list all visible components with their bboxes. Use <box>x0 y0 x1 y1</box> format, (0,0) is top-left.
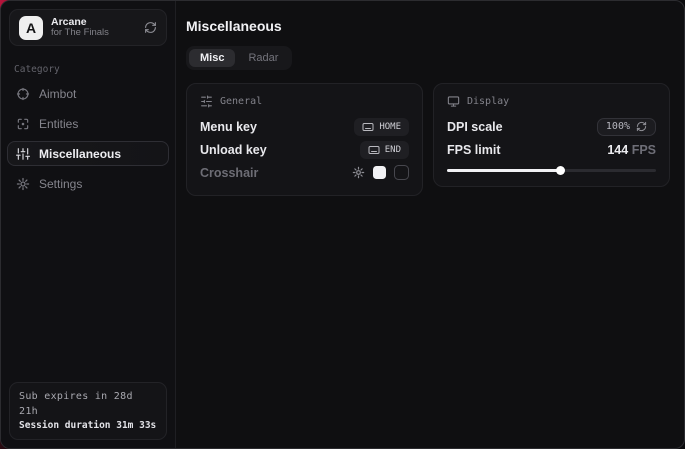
gear-icon <box>16 177 30 191</box>
dpi-scale-row: DPI scale 100% <box>447 115 656 138</box>
general-card-title: General <box>220 96 262 107</box>
general-card-header: General <box>200 95 409 108</box>
sidebar-item-settings[interactable]: Settings <box>7 171 169 196</box>
fps-unit: FPS <box>632 143 656 157</box>
sidebar-spacer <box>1 196 175 374</box>
dpi-scale-label: DPI scale <box>447 120 503 134</box>
profile-card: A Arcane for The Finals <box>9 9 167 46</box>
sidebar-item-label: Miscellaneous <box>39 147 121 161</box>
fps-limit-row: FPS limit 144 FPS <box>447 138 656 161</box>
keyboard-icon <box>362 121 374 133</box>
scan-eye-icon <box>16 117 30 131</box>
app-window: A Arcane for The Finals Category <box>0 0 685 449</box>
menu-key-label: Menu key <box>200 120 257 134</box>
fps-limit-slider[interactable] <box>447 166 656 175</box>
dpi-scale-select[interactable]: 100% <box>597 118 656 136</box>
fps-number: 144 <box>607 143 628 157</box>
display-card-title: Display <box>467 96 509 107</box>
unload-key-bind-button[interactable]: END <box>360 141 409 159</box>
sidebar-nav: Aimbot Entities <box>1 81 175 196</box>
dpi-scale-value: 100% <box>606 121 630 132</box>
crosshair-controls <box>352 165 409 180</box>
cycle-icon <box>636 121 647 132</box>
crosshair-color-swatch[interactable] <box>373 166 386 179</box>
slider-thumb[interactable] <box>556 166 565 175</box>
menu-key-bind-button[interactable]: HOME <box>354 118 409 136</box>
sidebar-item-miscellaneous[interactable]: Miscellaneous <box>7 141 169 166</box>
crosshair-row: Crosshair <box>200 161 409 184</box>
display-card: Display DPI scale 100% <box>433 83 670 187</box>
subscription-info-box: Sub expires in 28d 21h Session duration … <box>9 382 167 440</box>
session-duration-text: Session duration 31m 33s <box>19 419 157 433</box>
crosshair-label: Crosshair <box>200 166 258 180</box>
sidebar-item-label: Entities <box>39 117 78 131</box>
monitor-icon <box>447 95 460 108</box>
menu-key-value: HOME <box>379 122 401 132</box>
display-card-header: Display <box>447 95 656 108</box>
sidebar-item-label: Settings <box>39 177 82 191</box>
crosshair-icon <box>16 87 30 101</box>
avatar: A <box>19 16 43 40</box>
unload-key-value: END <box>385 145 401 155</box>
sidebar-item-aimbot[interactable]: Aimbot <box>7 81 169 106</box>
general-card: General Menu key HOME Unload key <box>186 83 423 196</box>
crosshair-settings-gear-icon[interactable] <box>352 166 365 179</box>
sliders-vertical-icon <box>16 147 30 161</box>
category-label: Category <box>14 64 175 75</box>
unload-key-row: Unload key END <box>200 138 409 161</box>
refresh-icon[interactable] <box>144 21 157 34</box>
sidebar: A Arcane for The Finals Category <box>1 1 176 448</box>
crosshair-checkbox[interactable] <box>394 165 409 180</box>
app-subtitle: for The Finals <box>51 28 136 39</box>
tab-radar[interactable]: Radar <box>237 49 289 67</box>
tab-misc[interactable]: Misc <box>189 49 235 67</box>
sidebar-item-label: Aimbot <box>39 87 76 101</box>
menu-key-row: Menu key HOME <box>200 115 409 138</box>
profile-text: Arcane for The Finals <box>51 16 136 39</box>
tab-bar: Misc Radar <box>186 46 292 70</box>
keyboard-icon <box>368 144 380 156</box>
unload-key-label: Unload key <box>200 143 267 157</box>
fps-limit-value: 144 FPS <box>607 143 656 157</box>
cards-row: General Menu key HOME Unload key <box>186 83 670 196</box>
sliders-horizontal-icon <box>200 95 213 108</box>
main-content: Miscellaneous Misc Radar Gene <box>176 1 685 448</box>
fps-slider-fill <box>447 169 560 172</box>
sub-expires-text: Sub expires in 28d 21h <box>19 389 157 419</box>
page-title: Miscellaneous <box>186 18 670 34</box>
sidebar-item-entities[interactable]: Entities <box>7 111 169 136</box>
fps-limit-label: FPS limit <box>447 143 500 157</box>
